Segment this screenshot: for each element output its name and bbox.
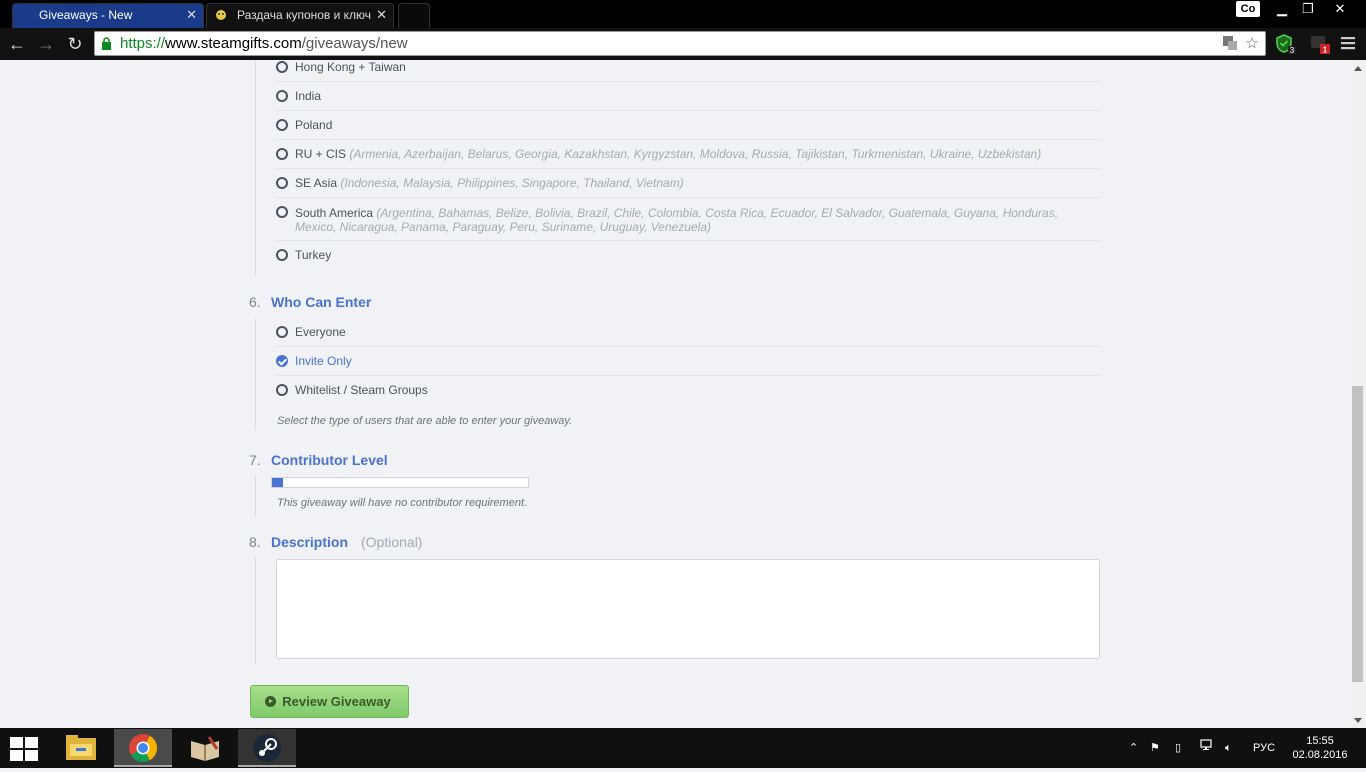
tray-expand-icon[interactable]: ⌃ — [1129, 728, 1138, 768]
reader-app-icon[interactable] — [176, 729, 234, 767]
page-content: Hong Kong + Taiwan India Poland RU + CIS… — [0, 60, 1350, 728]
radio-icon — [276, 90, 288, 102]
window-close-icon[interactable]: ✕ — [1326, 0, 1354, 20]
page-scrollbar[interactable] — [1350, 60, 1366, 728]
scrollbar-thumb[interactable] — [1352, 386, 1363, 682]
scroll-down-arrow-icon[interactable] — [1354, 718, 1362, 723]
minimize-icon[interactable]: ▁ — [1268, 0, 1296, 20]
forward-arrow-icon[interactable]: → — [35, 33, 57, 55]
radio-icon — [276, 177, 288, 189]
slider-handle[interactable] — [272, 478, 283, 487]
tab-favicon-icon — [215, 9, 227, 21]
description-textarea[interactable] — [276, 559, 1100, 659]
new-tab-button[interactable] — [398, 3, 430, 28]
section-guide-line — [255, 557, 256, 664]
contributor-level-slider[interactable] — [271, 477, 529, 488]
section-title-contributor-level: Contributor Level — [271, 452, 388, 468]
volume-icon[interactable]: 🔈︎ — [1225, 728, 1232, 768]
who-option-invite-only[interactable]: Invite Only — [276, 347, 1100, 376]
tab-coupons[interactable]: Раздача купонов и ключ ✕ — [206, 3, 394, 28]
radio-checked-icon — [276, 355, 288, 367]
radio-icon — [276, 249, 288, 261]
network-icon[interactable] — [1200, 728, 1214, 768]
chrome-icon[interactable] — [114, 729, 172, 767]
region-option[interactable]: India — [276, 82, 1100, 111]
region-option[interactable]: SE Asia (Indonesia, Malaysia, Philippine… — [276, 169, 1100, 198]
optional-label: (Optional) — [361, 534, 423, 550]
browser-toolbar: ← → ↻ https://www.steamgifts.com/giveawa… — [0, 28, 1366, 60]
url-text: https://www.steamgifts.com/giveaways/new — [120, 35, 408, 52]
region-option[interactable]: Turkey — [276, 241, 1100, 270]
region-option[interactable]: Hong Kong + Taiwan — [276, 60, 1100, 82]
radio-icon — [276, 384, 288, 396]
region-option[interactable]: Poland — [276, 111, 1100, 140]
tab-giveaways-new[interactable]: Giveaways - New ✕ — [12, 3, 204, 28]
section-guide-line — [255, 60, 256, 276]
windows-start-icon[interactable] — [10, 737, 40, 761]
reload-icon[interactable]: ↻ — [64, 33, 86, 55]
translate-icon[interactable] — [1221, 35, 1239, 53]
tab-close-icon[interactable]: ✕ — [376, 4, 387, 26]
who-option-whitelist[interactable]: Whitelist / Steam Groups — [276, 376, 1100, 405]
section-number: 6. — [249, 294, 261, 310]
section-number: 8. — [249, 534, 261, 550]
menu-icon[interactable] — [1341, 36, 1363, 56]
section-title-description: Description — [271, 534, 349, 550]
windows-taskbar: ⌃ ⚑ ▯ 🔈︎ РУС 15:55 02.08.2016 — [0, 728, 1366, 768]
review-giveaway-button[interactable]: Review Giveaway — [250, 685, 409, 718]
section-title-who-can-enter: Who Can Enter — [271, 294, 372, 310]
taskbar-clock[interactable]: 15:55 02.08.2016 — [1288, 734, 1352, 762]
address-bar[interactable]: https://www.steamgifts.com/giveaways/new… — [94, 31, 1266, 56]
radio-icon — [276, 119, 288, 131]
arrow-circle-icon — [265, 696, 276, 707]
back-arrow-icon[interactable]: ← — [6, 33, 28, 55]
bookmark-star-icon[interactable]: ☆ — [1243, 35, 1261, 53]
clock-time: 15:55 — [1306, 735, 1334, 747]
scroll-up-arrow-icon[interactable] — [1354, 66, 1362, 71]
region-option[interactable]: RU + CIS (Armenia, Azerbaijan, Belarus, … — [276, 140, 1100, 169]
red-extension-icon[interactable]: 1 — [1309, 34, 1331, 55]
lock-icon — [101, 37, 112, 50]
profile-button[interactable]: Co — [1236, 1, 1260, 17]
clock-date: 02.08.2016 — [1292, 749, 1348, 761]
region-option[interactable]: South America (Argentina, Bahamas, Beliz… — [276, 198, 1100, 241]
who-option-everyone[interactable]: Everyone — [276, 318, 1100, 347]
radio-icon — [276, 206, 288, 218]
radio-icon — [276, 148, 288, 160]
restore-icon[interactable]: ❐ — [1294, 0, 1322, 20]
tab-close-icon[interactable]: ✕ — [186, 4, 197, 26]
radio-icon — [276, 326, 288, 338]
contributor-level-hint: This giveaway will have no contributor r… — [277, 497, 528, 509]
radio-icon — [276, 61, 288, 73]
svg-text:3: 3 — [1290, 46, 1295, 54]
shield-extension-icon[interactable]: 3 — [1275, 34, 1297, 55]
tab-title: Раздача купонов и ключ — [237, 8, 372, 22]
steam-icon[interactable] — [238, 729, 296, 767]
tab-title: Giveaways - New — [39, 8, 133, 22]
section-guide-line — [255, 318, 256, 430]
language-indicator[interactable]: РУС — [1253, 728, 1275, 768]
action-center-flag-icon[interactable]: ⚑ — [1150, 728, 1160, 768]
who-can-enter-hint: Select the type of users that are able t… — [277, 415, 573, 427]
browser-tab-bar: Giveaways - New ✕ Раздача купонов и ключ… — [0, 0, 1366, 28]
battery-icon[interactable]: ▯ — [1175, 728, 1181, 768]
file-explorer-icon[interactable] — [52, 729, 110, 767]
section-guide-line — [255, 475, 256, 517]
svg-text:1: 1 — [1323, 46, 1328, 55]
section-number: 7. — [249, 452, 261, 468]
